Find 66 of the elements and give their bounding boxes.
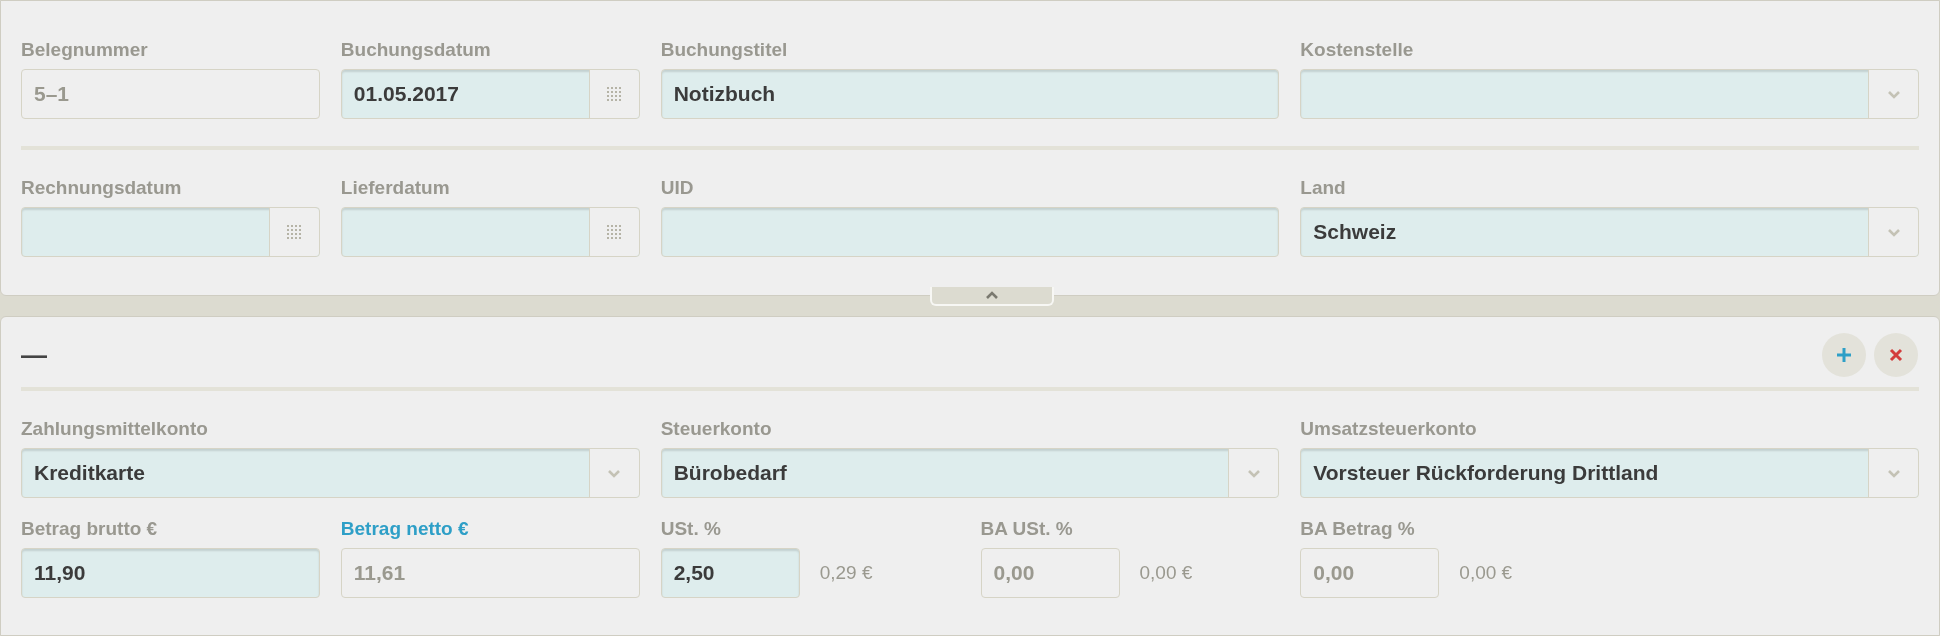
field-value: 2,50: [673, 560, 715, 587]
dropdown-field[interactable]: Vorsteuer Rückforderung Drittland: [1300, 448, 1919, 498]
field-value: Kreditkarte: [34, 460, 145, 487]
field-label: Betrag netto €: [340, 517, 470, 541]
dropdown-field[interactable]: Kreditkarte: [21, 448, 640, 498]
dropdown-field[interactable]: Schweiz: [1300, 207, 1919, 257]
field-label: Land: [1300, 176, 1347, 200]
collapse-button[interactable]: —: [21, 342, 47, 368]
chevron-down-icon: [1886, 468, 1901, 478]
field-label: Belegnummer: [21, 38, 149, 62]
chevron-down-icon: [607, 468, 622, 478]
field-label: Umsatzsteuerkonto: [1300, 417, 1478, 441]
close-icon: [1889, 348, 1903, 362]
field-value: 5–1: [34, 81, 70, 108]
add-button[interactable]: [1822, 333, 1866, 377]
collapse-handle[interactable]: [930, 287, 1054, 306]
date-field[interactable]: [340, 207, 640, 257]
field-label: Buchungstitel: [660, 38, 789, 62]
field-label: BA Betrag %: [1300, 517, 1416, 541]
dropdown-field[interactable]: Bürobedarf: [660, 448, 1280, 498]
field-label: Kostenstelle: [1300, 38, 1415, 62]
field-value: Notizbuch: [673, 81, 776, 108]
date-field[interactable]: 01.05.2017: [340, 69, 640, 119]
field-value: 11,90: [34, 560, 86, 587]
chevron-up-icon: [985, 291, 999, 300]
field-value: Vorsteuer Rückforderung Drittland: [1313, 460, 1659, 487]
tax-amount: 0,29 €: [819, 560, 873, 585]
input-field[interactable]: Notizbuch: [660, 69, 1280, 119]
calendar-button[interactable]: [588, 70, 639, 118]
field-label: Rechnungsdatum: [21, 176, 183, 200]
field-label: Buchungsdatum: [340, 38, 492, 62]
calendar-grid-icon: [607, 87, 622, 101]
field-label: USt. %: [660, 517, 722, 541]
calendar-grid-icon: [607, 225, 622, 239]
field-label: Zahlungsmittelkonto: [21, 417, 209, 441]
tax-amount: 0,00 €: [1459, 560, 1513, 585]
chevron-down-icon: [1886, 227, 1901, 237]
field-value: 01.05.2017: [353, 81, 459, 108]
dropdown-button[interactable]: [1868, 208, 1918, 256]
field-label: Lieferdatum: [340, 176, 451, 200]
field-label: Betrag brutto €: [21, 517, 159, 541]
plus-icon: [1836, 347, 1852, 363]
calendar-button[interactable]: [588, 208, 639, 256]
tax-amount: 0,00 €: [1139, 560, 1193, 585]
dropdown-button[interactable]: [1228, 449, 1279, 497]
dropdown-field[interactable]: [1300, 69, 1919, 119]
field-value: Bürobedarf: [673, 460, 787, 487]
field-label: BA USt. %: [980, 517, 1074, 541]
field-value: 11,61: [353, 560, 406, 587]
field-value: 0,00: [1313, 560, 1355, 587]
dropdown-button[interactable]: [1868, 449, 1918, 497]
dropdown-button[interactable]: [1868, 70, 1918, 118]
dropdown-button[interactable]: [588, 449, 639, 497]
delete-button[interactable]: [1874, 333, 1918, 377]
chevron-down-icon: [1886, 89, 1901, 99]
input-field[interactable]: [660, 207, 1280, 257]
field-label: UID: [660, 176, 695, 200]
date-field[interactable]: [21, 207, 320, 257]
field-value: 0,00: [993, 560, 1035, 587]
input-field[interactable]: 2,50: [660, 548, 800, 598]
field-label: Steuerkonto: [660, 417, 773, 441]
input-field[interactable]: 11,90: [21, 548, 320, 598]
calendar-button[interactable]: [268, 208, 319, 256]
field-value: Schweiz: [1313, 219, 1397, 246]
chevron-down-icon: [1246, 468, 1261, 478]
calendar-grid-icon: [287, 225, 302, 239]
